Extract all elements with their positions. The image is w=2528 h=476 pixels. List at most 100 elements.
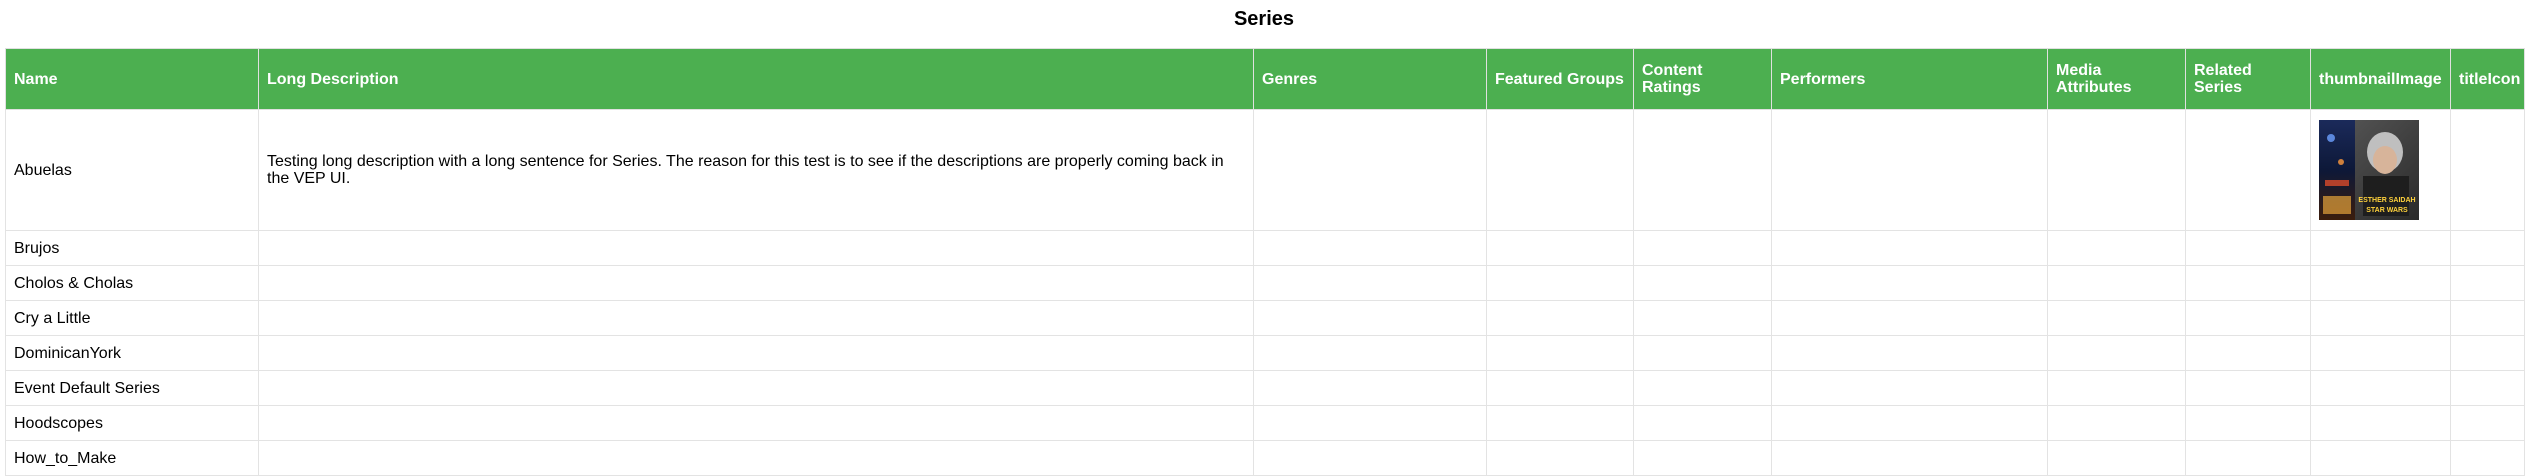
cell-title-icon [2450,370,2525,406]
cell-genres [1253,300,1487,336]
cell-genres [1253,109,1487,231]
cell-content-ratings [1633,230,1772,266]
cell-title-icon [2450,109,2525,231]
column-header-featured-groups[interactable]: Featured Groups [1486,48,1634,110]
cell-featured-groups [1486,300,1634,336]
cell-genres [1253,405,1487,441]
table-row[interactable]: How_to_Make [5,440,2525,476]
column-header-performers[interactable]: Performers [1771,48,2048,110]
cell-name: Hoodscopes [5,405,259,441]
column-header-content-ratings[interactable]: Content Ratings [1633,48,1772,110]
cell-featured-groups [1486,370,1634,406]
cell-media-attributes [2047,405,2186,441]
cell-performers [1771,370,2048,406]
cell-thumbnail-image [2310,440,2451,476]
column-header-genres[interactable]: Genres [1253,48,1487,110]
poster-caption-2: STAR WARS [2366,207,2408,214]
cell-thumbnail-image [2310,405,2451,441]
cell-name: Cholos & Cholas [5,265,259,301]
cell-related-series [2185,265,2311,301]
cell-thumbnail-image [2310,300,2451,336]
table-row[interactable]: Cry a Little [5,300,2525,336]
cell-performers [1771,300,2048,336]
cell-thumbnail-image: ESTHER SAIDAH STAR WARS [2310,109,2451,231]
cell-long-description [258,230,1254,266]
cell-title-icon [2450,335,2525,371]
cell-long-description [258,265,1254,301]
cell-performers [1771,265,2048,301]
cell-long-description [258,440,1254,476]
poster-image: ESTHER SAIDAH STAR WARS [2319,120,2419,220]
cell-featured-groups [1486,405,1634,441]
cell-genres [1253,370,1487,406]
cell-media-attributes [2047,109,2186,231]
cell-long-description [258,370,1254,406]
cell-genres [1253,440,1487,476]
cell-related-series [2185,370,2311,406]
cell-featured-groups [1486,230,1634,266]
cell-media-attributes [2047,440,2186,476]
cell-featured-groups [1486,440,1634,476]
cell-related-series [2185,440,2311,476]
cell-title-icon [2450,265,2525,301]
series-table: Name Long Description Genres Featured Gr… [5,48,2525,476]
cell-media-attributes [2047,300,2186,336]
cell-thumbnail-image [2310,370,2451,406]
table-row[interactable]: DominicanYork [5,335,2525,371]
table-row[interactable]: Hoodscopes [5,405,2525,441]
cell-long-description [258,335,1254,371]
column-header-media-attributes[interactable]: Media Attributes [2047,48,2186,110]
cell-content-ratings [1633,265,1772,301]
cell-name: Event Default Series [5,370,259,406]
cell-performers [1771,335,2048,371]
cell-content-ratings [1633,109,1772,231]
cell-title-icon [2450,230,2525,266]
cell-featured-groups [1486,335,1634,371]
cell-related-series [2185,300,2311,336]
cell-title-icon [2450,405,2525,441]
cell-long-description [258,300,1254,336]
page-title: Series [1233,8,1295,30]
cell-media-attributes [2047,265,2186,301]
cell-performers [1771,230,2048,266]
column-header-thumbnail-image[interactable]: thumbnailImage [2310,48,2451,110]
cell-related-series [2185,109,2311,231]
poster-caption: ESTHER SAIDAH [2358,197,2415,204]
cell-performers [1771,405,2048,441]
cell-long-description [258,405,1254,441]
cell-content-ratings [1633,370,1772,406]
cell-media-attributes [2047,230,2186,266]
cell-content-ratings [1633,335,1772,371]
cell-title-icon [2450,440,2525,476]
cell-genres [1253,265,1487,301]
table-row[interactable]: Brujos [5,230,2525,266]
table-row[interactable]: Abuelas Testing long description with a … [5,109,2525,231]
table-row[interactable]: Cholos & Cholas [5,265,2525,301]
cell-name: DominicanYork [5,335,259,371]
cell-genres [1253,230,1487,266]
cell-content-ratings [1633,440,1772,476]
cell-genres [1253,335,1487,371]
cell-thumbnail-image [2310,265,2451,301]
cell-related-series [2185,335,2311,371]
cell-name: Cry a Little [5,300,259,336]
cell-name: How_to_Make [5,440,259,476]
cell-long-description: Testing long description with a long sen… [258,109,1254,231]
cell-performers [1771,440,2048,476]
column-header-related-series[interactable]: Related Series [2185,48,2311,110]
cell-name: Abuelas [5,109,259,231]
cell-content-ratings [1633,405,1772,441]
cell-featured-groups [1486,265,1634,301]
table-row[interactable]: Event Default Series [5,370,2525,406]
column-header-name[interactable]: Name [5,48,259,110]
cell-featured-groups [1486,109,1634,231]
column-header-long-description[interactable]: Long Description [258,48,1254,110]
cell-media-attributes [2047,335,2186,371]
cell-content-ratings [1633,300,1772,336]
thumbnail-image[interactable]: ESTHER SAIDAH STAR WARS [2319,120,2419,220]
cell-title-icon [2450,300,2525,336]
cell-related-series [2185,230,2311,266]
cell-thumbnail-image [2310,230,2451,266]
cell-related-series [2185,405,2311,441]
column-header-title-icon[interactable]: titleIcon [2450,48,2525,110]
